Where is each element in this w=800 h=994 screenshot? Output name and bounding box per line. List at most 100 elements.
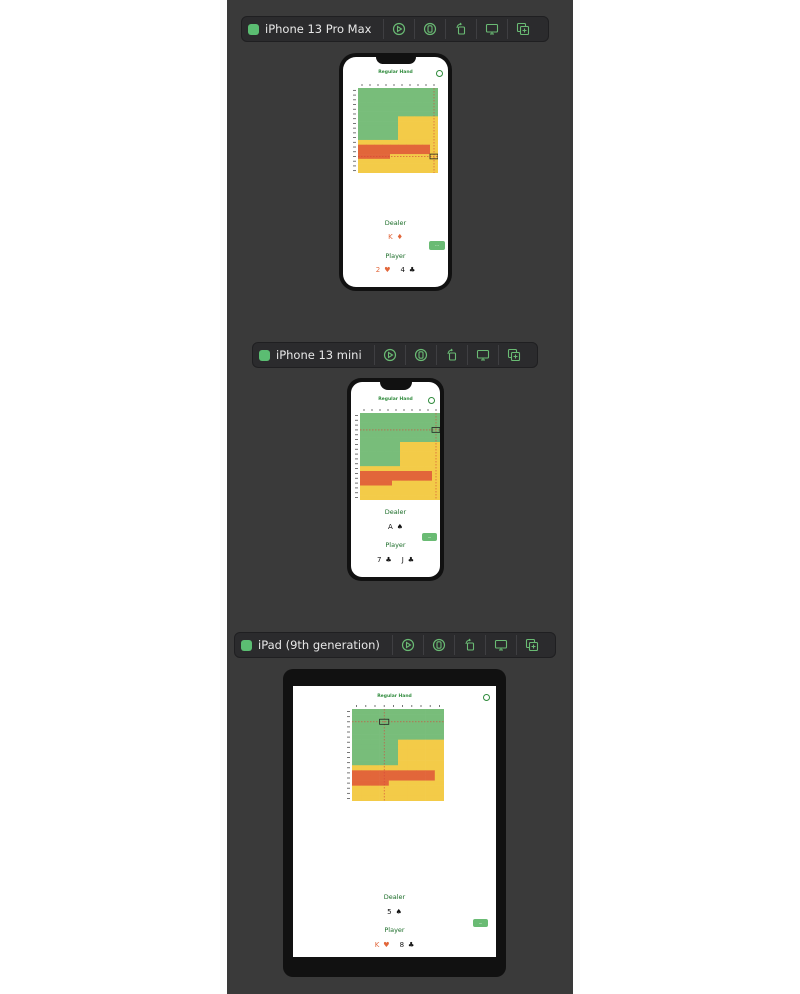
cell-hit[interactable] [390,88,399,94]
cell-double[interactable] [388,770,399,776]
cell-hit[interactable] [434,709,445,715]
cell-hit[interactable] [382,130,391,136]
cell-hit[interactable] [366,106,375,112]
cell-hit[interactable] [390,97,399,103]
cell-stand[interactable] [434,739,445,746]
cell-stand[interactable] [400,485,409,491]
cell-hit[interactable] [390,121,399,127]
cell-stand[interactable] [361,790,371,797]
cell-double[interactable] [407,775,417,781]
cell-hit[interactable] [361,729,371,735]
display-settings-button[interactable] [466,345,498,365]
cell-hit[interactable] [366,130,375,136]
cell-hit[interactable] [376,437,385,443]
cell-hit[interactable] [384,422,393,428]
cell-hit[interactable] [361,749,371,756]
cell-hit[interactable] [358,92,367,98]
cell-stand[interactable] [398,125,407,131]
cell-double[interactable] [366,149,375,155]
cell-stand[interactable] [416,461,425,467]
cell-stand[interactable] [398,121,407,127]
cell-double[interactable] [361,775,371,781]
cell-stand[interactable] [382,139,391,145]
cell-double[interactable] [398,149,407,155]
cell-stand[interactable] [400,451,409,457]
cell-hit[interactable] [358,125,367,131]
cell-stand[interactable] [414,125,423,131]
cell-stand[interactable] [434,765,445,771]
cell-hit[interactable] [384,417,393,423]
cell-hit[interactable] [388,755,399,761]
cell-hit[interactable] [422,106,431,112]
cell-stand[interactable] [408,480,417,486]
cell-stand[interactable] [414,139,423,145]
cell-double[interactable] [360,475,369,481]
cell-hit[interactable] [408,413,417,419]
cell-stand[interactable] [407,765,417,771]
cell-double[interactable] [392,471,401,477]
cell-hit[interactable] [390,130,399,136]
cell-hit[interactable] [414,88,423,94]
cell-hit[interactable] [358,102,367,108]
cell-stand[interactable] [422,168,431,174]
cell-stand[interactable] [361,785,371,792]
cell-hit[interactable] [370,709,380,715]
cell-hit[interactable] [366,102,375,108]
cell-hit[interactable] [392,461,401,467]
cell-hit[interactable] [374,92,383,98]
cell-stand[interactable] [406,125,415,131]
cell-stand[interactable] [392,490,401,496]
cell-hit[interactable] [414,106,423,112]
cell-hit[interactable] [370,755,380,761]
cell-hit[interactable] [407,709,417,715]
cell-double[interactable] [400,471,409,477]
cell-hit[interactable] [400,432,409,438]
cell-stand[interactable] [416,485,425,491]
cell-hit[interactable] [416,437,425,443]
cell-stand[interactable] [408,461,417,467]
cell-stand[interactable] [382,163,391,169]
cell-hit[interactable] [366,97,375,103]
cell-stand[interactable] [388,785,399,792]
cell-hit[interactable] [384,442,393,448]
cell-stand[interactable] [368,495,377,501]
cell-stand[interactable] [398,116,407,122]
cell-stand[interactable] [406,130,415,136]
cell-hit[interactable] [361,724,371,730]
cell-hit[interactable] [416,724,426,730]
cell-double[interactable] [414,144,423,150]
cell-stand[interactable] [416,495,425,501]
cell-stand[interactable] [416,744,426,751]
cell-hit[interactable] [392,446,401,452]
cell-hit[interactable] [406,97,415,103]
cell-stand[interactable] [424,456,433,462]
cell-hit[interactable] [384,432,393,438]
cell-hit[interactable] [424,422,433,428]
cell-stand[interactable] [422,116,431,122]
cell-hit[interactable] [384,456,393,462]
cell-stand[interactable] [424,451,433,457]
cell-hit[interactable] [392,451,401,457]
cell-stand[interactable] [425,785,436,792]
cell-stand[interactable] [407,780,417,786]
cell-hit[interactable] [384,451,393,457]
cell-hit[interactable] [390,116,399,122]
cell-stand[interactable] [398,739,408,746]
cell-stand[interactable] [370,765,380,771]
cell-stand[interactable] [366,139,375,145]
cell-hit[interactable] [366,88,375,94]
cell-double[interactable] [398,775,408,781]
cell-hit[interactable] [384,413,393,419]
cell-stand[interactable] [376,485,385,491]
cell-stand[interactable] [406,121,415,127]
cell-hit[interactable] [361,744,371,751]
cell-stand[interactable] [390,168,399,174]
cell-hit[interactable] [416,413,425,419]
cell-stand[interactable] [422,163,431,169]
cell-hit[interactable] [360,456,369,462]
cell-hit[interactable] [361,755,371,761]
cell-stand[interactable] [398,168,407,174]
cell-stand[interactable] [392,466,401,472]
cell-stand[interactable] [388,780,399,786]
cell-hit[interactable] [370,714,380,720]
